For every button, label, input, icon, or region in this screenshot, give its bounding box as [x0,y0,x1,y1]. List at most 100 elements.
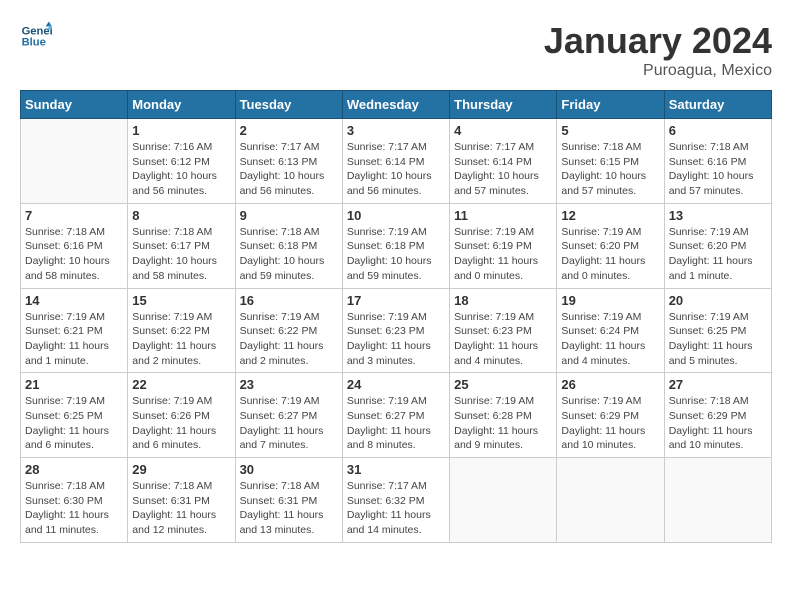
day-info: Sunrise: 7:17 AMSunset: 6:13 PMDaylight:… [240,140,338,199]
day-info: Sunrise: 7:19 AMSunset: 6:28 PMDaylight:… [454,394,552,453]
weekday-header-wednesday: Wednesday [342,91,449,119]
weekday-header-monday: Monday [128,91,235,119]
day-info: Sunrise: 7:19 AMSunset: 6:19 PMDaylight:… [454,225,552,284]
calendar-cell: 10 Sunrise: 7:19 AMSunset: 6:18 PMDayligh… [342,203,449,288]
month-title: January 2024 [544,20,772,62]
day-number: 17 [347,293,445,308]
calendar-cell: 15 Sunrise: 7:19 AMSunset: 6:22 PMDayligh… [128,288,235,373]
day-info: Sunrise: 7:19 AMSunset: 6:23 PMDaylight:… [454,310,552,369]
day-number: 22 [132,377,230,392]
day-number: 12 [561,208,659,223]
day-info: Sunrise: 7:18 AMSunset: 6:29 PMDaylight:… [669,394,767,453]
day-number: 30 [240,462,338,477]
calendar-cell [450,458,557,543]
location-subtitle: Puroagua, Mexico [544,62,772,80]
day-info: Sunrise: 7:18 AMSunset: 6:16 PMDaylight:… [25,225,123,284]
day-info: Sunrise: 7:16 AMSunset: 6:12 PMDaylight:… [132,140,230,199]
calendar-cell: 20Sunrise: 7:19 AMSunset: 6:25 PMDayligh… [664,288,771,373]
calendar-cell: 17 Sunrise: 7:19 AMSunset: 6:23 PMDayligh… [342,288,449,373]
calendar-cell: 23Sunrise: 7:19 AMSunset: 6:27 PMDayligh… [235,373,342,458]
logo: General Blue [20,20,52,52]
day-number: 24 [347,377,445,392]
calendar-week-row: 21 Sunrise: 7:19 AMSunset: 6:25 PMDayligh… [21,373,772,458]
calendar-cell: 27 Sunrise: 7:18 AMSunset: 6:29 PMDayligh… [664,373,771,458]
calendar-cell: 11 Sunrise: 7:19 AMSunset: 6:19 PMDayligh… [450,203,557,288]
weekday-header-friday: Friday [557,91,664,119]
day-number: 13 [669,208,767,223]
day-number: 6 [669,123,767,138]
calendar-table: SundayMondayTuesdayWednesdayThursdayFrid… [20,90,772,543]
calendar-week-row: 14 Sunrise: 7:19 AMSunset: 6:21 PMDayligh… [21,288,772,373]
day-info: Sunrise: 7:19 AMSunset: 6:27 PMDaylight:… [347,394,445,453]
calendar-cell: 7 Sunrise: 7:18 AMSunset: 6:16 PMDaylight… [21,203,128,288]
day-number: 16 [240,293,338,308]
calendar-cell [21,119,128,204]
calendar-cell: 12 Sunrise: 7:19 AMSunset: 6:20 PMDayligh… [557,203,664,288]
calendar-week-row: 28Sunrise: 7:18 AMSunset: 6:30 PMDayligh… [21,458,772,543]
svg-text:Blue: Blue [22,37,46,49]
day-number: 19 [561,293,659,308]
calendar-cell: 21 Sunrise: 7:19 AMSunset: 6:25 PMDayligh… [21,373,128,458]
day-number: 28 [25,462,123,477]
day-info: Sunrise: 7:18 AMSunset: 6:17 PMDaylight:… [132,225,230,284]
calendar-cell: 9 Sunrise: 7:18 AMSunset: 6:18 PMDaylight… [235,203,342,288]
weekday-header-saturday: Saturday [664,91,771,119]
day-number: 7 [25,208,123,223]
calendar-cell: 30 Sunrise: 7:18 AMSunset: 6:31 PMDayligh… [235,458,342,543]
logo-icon: General Blue [20,20,52,52]
calendar-cell: 18Sunrise: 7:19 AMSunset: 6:23 PMDayligh… [450,288,557,373]
day-number: 11 [454,208,552,223]
day-info: Sunrise: 7:18 AMSunset: 6:18 PMDaylight:… [240,225,338,284]
day-number: 21 [25,377,123,392]
calendar-cell [664,458,771,543]
day-info: Sunrise: 7:19 AMSunset: 6:27 PMDaylight:… [240,394,338,453]
day-number: 3 [347,123,445,138]
calendar-cell: 14 Sunrise: 7:19 AMSunset: 6:21 PMDayligh… [21,288,128,373]
day-number: 26 [561,377,659,392]
day-info: Sunrise: 7:19 AMSunset: 6:22 PMDaylight:… [132,310,230,369]
day-info: Sunrise: 7:19 AMSunset: 6:23 PMDaylight:… [347,310,445,369]
day-info: Sunrise: 7:17 AMSunset: 6:32 PMDaylight:… [347,479,445,538]
day-info: Sunrise: 7:19 AMSunset: 6:26 PMDaylight:… [132,394,230,453]
calendar-cell: 5Sunrise: 7:18 AMSunset: 6:15 PMDaylight… [557,119,664,204]
calendar-cell: 24 Sunrise: 7:19 AMSunset: 6:27 PMDayligh… [342,373,449,458]
day-number: 20 [669,293,767,308]
day-info: Sunrise: 7:19 AMSunset: 6:25 PMDaylight:… [25,394,123,453]
day-number: 27 [669,377,767,392]
day-info: Sunrise: 7:19 AMSunset: 6:22 PMDaylight:… [240,310,338,369]
day-info: Sunrise: 7:18 AMSunset: 6:31 PMDaylight:… [132,479,230,538]
calendar-cell: 3 Sunrise: 7:17 AMSunset: 6:14 PMDaylight… [342,119,449,204]
calendar-cell: 8 Sunrise: 7:18 AMSunset: 6:17 PMDaylight… [128,203,235,288]
day-number: 8 [132,208,230,223]
page-header: General Blue January 2024 Puroagua, Mexi… [20,20,772,80]
day-number: 15 [132,293,230,308]
day-number: 14 [25,293,123,308]
calendar-cell: 4Sunrise: 7:17 AMSunset: 6:14 PMDaylight… [450,119,557,204]
weekday-header-thursday: Thursday [450,91,557,119]
day-info: Sunrise: 7:19 AMSunset: 6:24 PMDaylight:… [561,310,659,369]
calendar-cell: 6 Sunrise: 7:18 AMSunset: 6:16 PMDaylight… [664,119,771,204]
day-info: Sunrise: 7:19 AMSunset: 6:20 PMDaylight:… [561,225,659,284]
day-info: Sunrise: 7:19 AMSunset: 6:20 PMDaylight:… [669,225,767,284]
calendar-week-row: 1 Sunrise: 7:16 AMSunset: 6:12 PMDaylight… [21,119,772,204]
day-info: Sunrise: 7:19 AMSunset: 6:21 PMDaylight:… [25,310,123,369]
calendar-cell: 19 Sunrise: 7:19 AMSunset: 6:24 PMDayligh… [557,288,664,373]
day-info: Sunrise: 7:19 AMSunset: 6:29 PMDaylight:… [561,394,659,453]
day-info: Sunrise: 7:17 AMSunset: 6:14 PMDaylight:… [347,140,445,199]
day-number: 1 [132,123,230,138]
svg-text:General: General [22,25,52,37]
title-section: January 2024 Puroagua, Mexico [544,20,772,80]
day-number: 10 [347,208,445,223]
day-number: 9 [240,208,338,223]
calendar-cell: 26 Sunrise: 7:19 AMSunset: 6:29 PMDayligh… [557,373,664,458]
calendar-cell: 28Sunrise: 7:18 AMSunset: 6:30 PMDayligh… [21,458,128,543]
day-number: 29 [132,462,230,477]
day-info: Sunrise: 7:19 AMSunset: 6:18 PMDaylight:… [347,225,445,284]
day-info: Sunrise: 7:18 AMSunset: 6:31 PMDaylight:… [240,479,338,538]
calendar-cell: 31Sunrise: 7:17 AMSunset: 6:32 PMDayligh… [342,458,449,543]
calendar-cell: 25Sunrise: 7:19 AMSunset: 6:28 PMDayligh… [450,373,557,458]
day-info: Sunrise: 7:18 AMSunset: 6:16 PMDaylight:… [669,140,767,199]
calendar-week-row: 7 Sunrise: 7:18 AMSunset: 6:16 PMDaylight… [21,203,772,288]
day-number: 2 [240,123,338,138]
weekday-header-tuesday: Tuesday [235,91,342,119]
